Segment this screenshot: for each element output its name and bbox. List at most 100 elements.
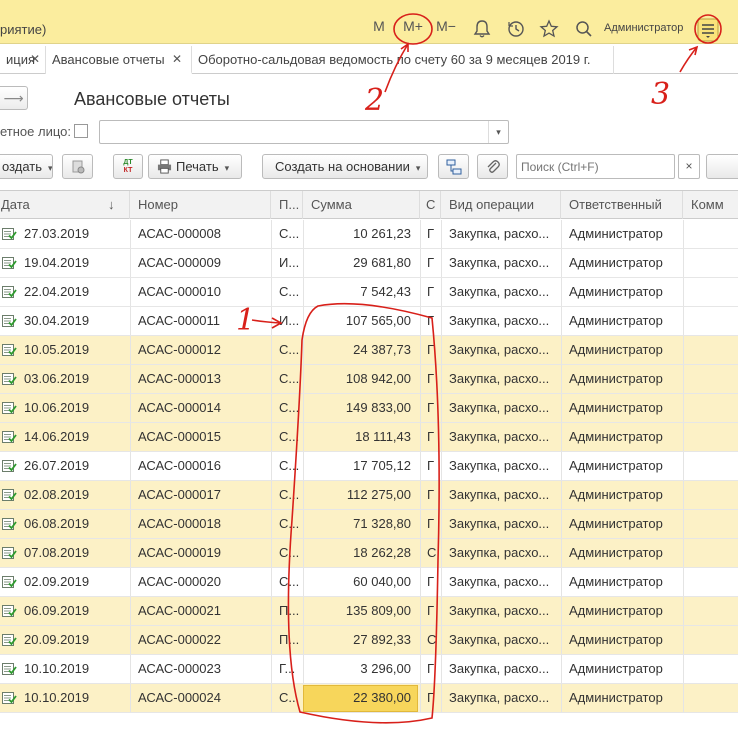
table-row[interactable]: 27.03.2019 АСАС-000008 С... 10 261,23 Г Закуп… [0, 220, 738, 249]
table-row[interactable]: 10.06.2019 АСАС-000014 С... 149 833,00 Г Заку… [0, 394, 738, 423]
col-comment[interactable]: Комм [683, 191, 738, 219]
cell-s: Г [427, 603, 435, 618]
post-button[interactable] [62, 154, 93, 179]
attach-button[interactable] [477, 154, 508, 179]
column-separator [561, 336, 562, 364]
cell-responsible: Администратор [569, 661, 663, 676]
search-field[interactable] [517, 155, 652, 178]
search-clear-button[interactable]: × [678, 154, 700, 179]
cell-number: АСАС-000022 [138, 632, 221, 647]
table-row[interactable]: 26.07.2019 АСАС-000016 С... 17 705,12 Г Закуп… [0, 452, 738, 481]
table-row[interactable]: 10.10.2019 АСАС-000024 С... 22 380,00 Г Закуп… [0, 684, 738, 713]
posted-document-icon [2, 692, 17, 704]
column-separator [130, 220, 131, 248]
column-separator [303, 510, 304, 538]
m-button[interactable]: M [372, 18, 386, 38]
col-operation-type[interactable]: Вид операции [441, 191, 561, 219]
column-separator [271, 394, 272, 422]
star-icon[interactable] [538, 18, 560, 40]
user-name[interactable]: Администратор [604, 22, 683, 34]
column-separator [683, 452, 684, 480]
column-separator [303, 278, 304, 306]
cell-operation: Закупка, расхо... [449, 313, 550, 328]
column-separator [271, 510, 272, 538]
column-separator [683, 220, 684, 248]
tab-operations[interactable]: иция ✕ [0, 46, 46, 74]
tab-balance-sheet[interactable]: Оборотно-сальдовая ведомость по счету 60… [192, 46, 614, 74]
table-row[interactable]: 20.09.2019 АСАС-000022 П... 27 892,33 С Закуп… [0, 626, 738, 655]
column-separator [130, 394, 131, 422]
cell-operation: Закупка, расхо... [449, 487, 550, 502]
column-separator [420, 278, 421, 306]
column-separator [683, 655, 684, 683]
cell-s: Г [427, 400, 435, 415]
col-responsible[interactable]: Ответственный [561, 191, 683, 219]
column-separator [561, 510, 562, 538]
chevron-down-icon[interactable]: ▾ [488, 121, 508, 143]
cell-number: АСАС-000015 [138, 429, 221, 444]
bell-icon[interactable] [471, 18, 493, 40]
table-row[interactable]: 10.05.2019 АСАС-000012 С... 24 387,73 Г Закуп… [0, 336, 738, 365]
m-plus-button[interactable]: M+ [401, 18, 425, 38]
cell-operation: Закупка, расхо... [449, 284, 550, 299]
col-sum[interactable]: Сумма [303, 191, 420, 219]
table-row[interactable]: 30.04.2019 АСАС-000011 И... 107 565,00 Г Заку… [0, 307, 738, 336]
cell-operation: Закупка, расхо... [449, 342, 550, 357]
table-row[interactable]: 03.06.2019 АСАС-000013 С... 108 942,00 Г Заку… [0, 365, 738, 394]
column-separator [130, 249, 131, 277]
cell-responsible: Администратор [569, 516, 663, 531]
tab-bar: иция ✕ Авансовые отчеты ✕ Оборотно-сальд… [0, 46, 738, 74]
cell-responsible: Администратор [569, 226, 663, 241]
column-separator [683, 568, 684, 596]
annotation-label-2: 2 [364, 83, 384, 118]
table-row[interactable]: 14.06.2019 АСАС-000015 С... 18 111,43 Г Закуп… [0, 423, 738, 452]
forward-button[interactable]: ⟶ [0, 86, 28, 110]
accountable-person-select[interactable]: ▾ [99, 120, 509, 144]
table-row[interactable]: 19.04.2019 АСАС-000009 И... 29 681,80 Г Закуп… [0, 249, 738, 278]
print-button[interactable]: Печать ▾ [148, 154, 242, 179]
dt-kt-button[interactable]: ДТ КТ [113, 154, 143, 179]
table-row[interactable]: 22.04.2019 АСАС-000010 С... 7 542,43 Г Закупк… [0, 278, 738, 307]
table-row[interactable]: 06.08.2019 АСАС-000018 С... 71 328,80 Г Закуп… [0, 510, 738, 539]
cell-responsible: Администратор [569, 545, 663, 560]
close-icon[interactable]: ✕ [30, 52, 40, 66]
filter-checkbox[interactable] [74, 124, 88, 138]
column-separator [130, 626, 131, 654]
table-row[interactable]: 10.10.2019 АСАС-000023 Г... 3 296,00 Г Закупк… [0, 655, 738, 684]
cell-operation: Закупка, расхо... [449, 545, 550, 560]
cell-sum: 108 942,00 [345, 371, 411, 386]
tab-advance-reports[interactable]: Авансовые отчеты ✕ [46, 46, 192, 74]
cell-p: П... [279, 603, 300, 618]
cell-responsible: Администратор [569, 458, 663, 473]
cell-date: 03.06.2019 [24, 371, 90, 386]
column-separator [420, 481, 421, 509]
create-button[interactable]: оздать ▾ [0, 154, 53, 179]
close-icon[interactable]: ✕ [172, 52, 182, 66]
column-separator [303, 626, 304, 654]
col-p[interactable]: П... [271, 191, 303, 219]
column-separator [441, 655, 442, 683]
cell-p: С... [279, 371, 300, 386]
col-date[interactable]: Дата ↓ [0, 191, 130, 219]
menu-icon[interactable] [697, 18, 719, 42]
structure-button[interactable] [438, 154, 469, 179]
col-s[interactable]: С [420, 191, 441, 219]
history-icon[interactable] [505, 18, 527, 40]
column-separator [303, 220, 304, 248]
column-separator [271, 568, 272, 596]
search-icon[interactable] [573, 18, 595, 40]
col-number[interactable]: Номер [130, 191, 271, 219]
table-row[interactable]: 02.08.2019 АСАС-000017 С... 112 275,00 Г Заку… [0, 481, 738, 510]
column-separator [303, 365, 304, 393]
search-input[interactable] [516, 154, 675, 179]
table-row[interactable]: 06.09.2019 АСАС-000021 П... 135 809,00 Г Заку… [0, 597, 738, 626]
create-based-on-button[interactable]: Создать на основании ▾ [262, 154, 428, 179]
posted-document-icon [2, 547, 17, 559]
table-row[interactable]: 02.09.2019 АСАС-000020 С... 60 040,00 Г Закуп… [0, 568, 738, 597]
column-separator [683, 684, 684, 712]
column-separator [441, 365, 442, 393]
table-row[interactable]: 07.08.2019 АСАС-000019 С... 18 262,28 С Закуп… [0, 539, 738, 568]
more-button[interactable] [706, 154, 738, 179]
posted-document-icon [2, 634, 17, 646]
m-minus-button[interactable]: M− [434, 18, 458, 38]
